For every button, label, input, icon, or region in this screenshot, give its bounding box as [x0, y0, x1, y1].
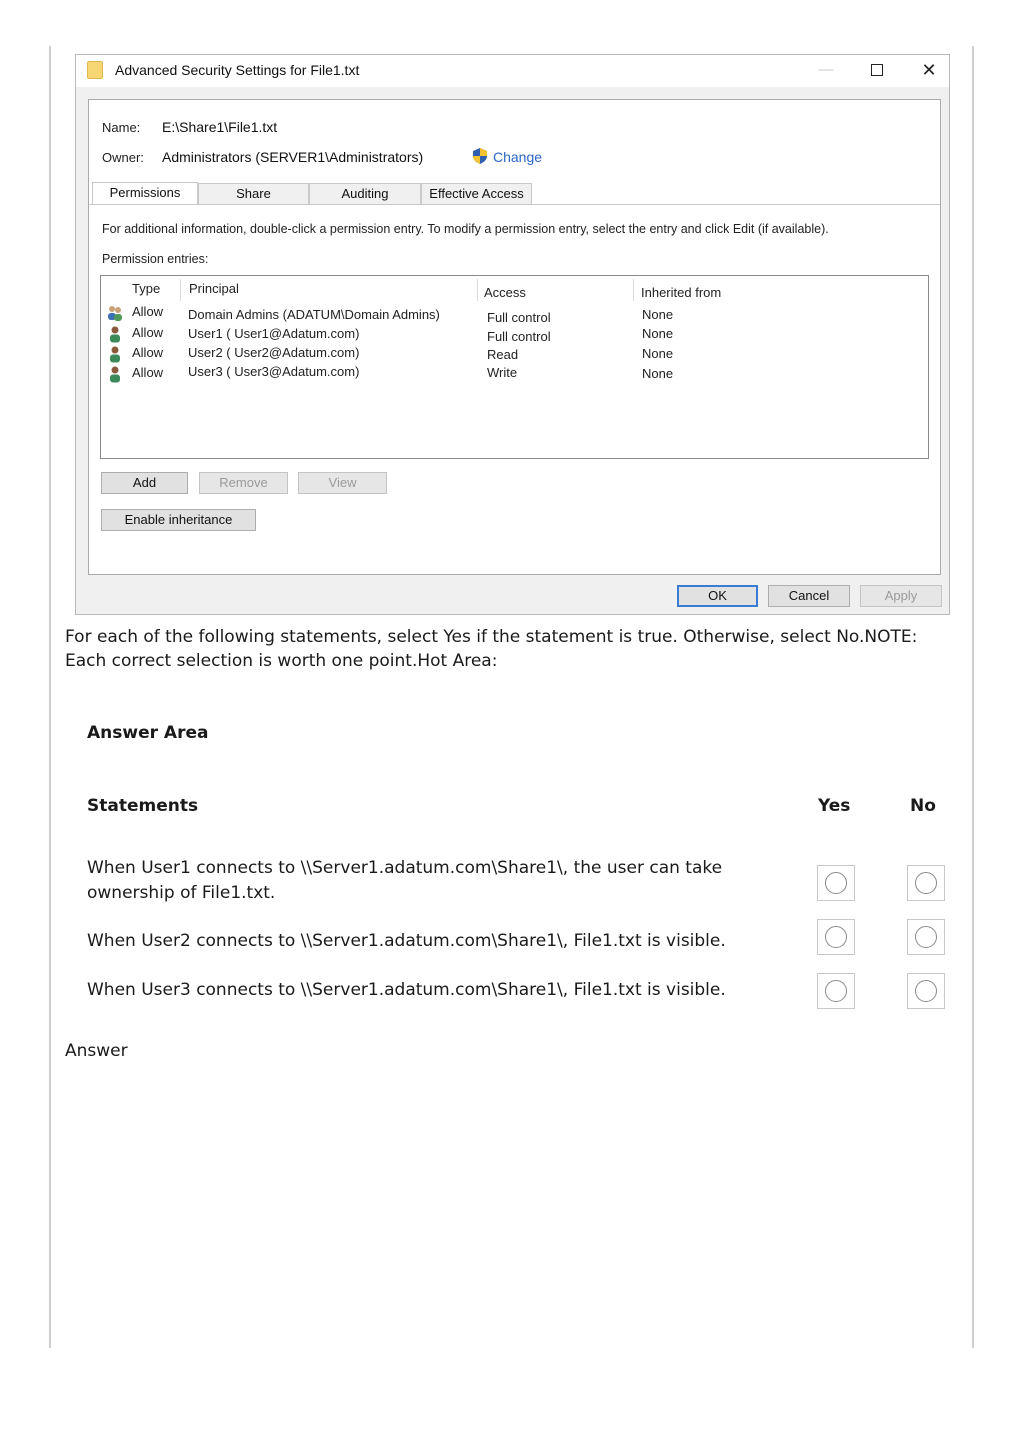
- cancel-button[interactable]: Cancel: [768, 585, 850, 607]
- entry-access: Full control: [487, 329, 551, 344]
- answer-area-title: Answer Area: [87, 723, 209, 743]
- yes-header: Yes: [818, 796, 851, 816]
- statement-2-no-radio[interactable]: [907, 919, 945, 955]
- entry-type: Allow: [132, 325, 164, 340]
- tab-divider: [89, 204, 940, 205]
- page-border-left: [49, 46, 51, 1348]
- entry-principal: Domain Admins (ADATUM\Domain Admins): [188, 307, 440, 322]
- entry-type: Allow: [132, 345, 164, 360]
- no-header: No: [910, 796, 936, 816]
- column-header-principal[interactable]: Principal: [189, 281, 239, 296]
- radio-circle-icon: [825, 872, 847, 894]
- title-bar: Advanced Security Settings for File1.txt…: [76, 55, 949, 87]
- statement-3-yes-radio[interactable]: [817, 973, 855, 1009]
- statement-3-no-radio[interactable]: [907, 973, 945, 1009]
- statement-3: When User3 connects to \\Server1.adatum.…: [87, 980, 726, 1000]
- user-icon: [110, 326, 120, 343]
- statements-header: Statements: [87, 796, 199, 816]
- folder-icon: [87, 61, 103, 79]
- entry-inherited: None: [642, 366, 674, 381]
- change-owner-link[interactable]: Change: [493, 149, 542, 165]
- permission-entries-label: Permission entries:: [102, 252, 209, 266]
- enable-inheritance-button[interactable]: Enable inheritance: [101, 509, 256, 531]
- column-header-inherited-from[interactable]: Inherited from: [641, 285, 721, 300]
- group-icon: [108, 306, 122, 321]
- table-row[interactable]: Allow User1 ( User1@Adatum.com) Full con…: [101, 325, 928, 344]
- entry-access: Full control: [487, 310, 551, 325]
- tab-permissions[interactable]: Permissions: [92, 182, 198, 205]
- advanced-security-dialog: Advanced Security Settings for File1.txt…: [75, 54, 950, 615]
- column-header-type[interactable]: Type: [132, 281, 160, 296]
- page-border-right: [972, 46, 974, 1348]
- radio-circle-icon: [915, 872, 937, 894]
- entry-inherited: None: [642, 346, 674, 361]
- close-button[interactable]: ✕: [916, 59, 942, 81]
- column-separator: [180, 279, 181, 301]
- table-row[interactable]: Allow Domain Admins (ADATUM\Domain Admin…: [101, 304, 928, 325]
- name-label: Name:: [102, 120, 141, 135]
- name-value: E:\Share1\File1.txt: [162, 119, 278, 135]
- info-text: For additional information, double-click…: [102, 222, 829, 236]
- owner-label: Owner:: [102, 150, 144, 165]
- radio-circle-icon: [915, 980, 937, 1002]
- entry-inherited: None: [642, 326, 674, 341]
- statement-2: When User2 connects to \\Server1.adatum.…: [87, 931, 726, 951]
- uac-shield-icon: [473, 148, 487, 164]
- answer-label: Answer: [65, 1041, 128, 1061]
- statement-1: When User1 connects to \\Server1.adatum.…: [87, 858, 723, 903]
- statement-1-yes-radio[interactable]: [817, 865, 855, 901]
- entry-type: Allow: [132, 304, 164, 319]
- column-separator: [633, 279, 634, 301]
- column-separator: [477, 279, 478, 301]
- add-button[interactable]: Add: [101, 472, 188, 494]
- entry-principal: User1 ( User1@Adatum.com): [188, 326, 360, 341]
- entry-type: Allow: [132, 365, 164, 380]
- ok-button[interactable]: OK: [677, 585, 758, 607]
- view-button[interactable]: View: [298, 472, 387, 494]
- table-row[interactable]: Allow User2 ( User2@Adatum.com) Read Non…: [101, 345, 928, 364]
- maximize-button[interactable]: [864, 59, 890, 81]
- minimize-button[interactable]: —: [813, 59, 839, 81]
- column-header-access[interactable]: Access: [484, 285, 526, 300]
- entry-principal: User3 ( User3@Adatum.com): [188, 364, 360, 379]
- table-row[interactable]: Allow User3 ( User3@Adatum.com) Write No…: [101, 364, 928, 384]
- dialog-content: Name: E:\Share1\File1.txt Owner: Adminis…: [88, 99, 941, 575]
- owner-value: Administrators (SERVER1\Administrators): [162, 149, 424, 165]
- entry-inherited: None: [642, 307, 674, 322]
- permission-entries-list[interactable]: Type Principal Access Inherited from All…: [100, 275, 929, 459]
- entry-access: Read: [487, 347, 519, 362]
- statement-1-no-radio[interactable]: [907, 865, 945, 901]
- entry-access: Write: [487, 365, 518, 380]
- tab-share[interactable]: Share: [198, 183, 309, 204]
- maximize-icon: [871, 64, 883, 76]
- dialog-title: Advanced Security Settings for File1.txt: [115, 62, 360, 78]
- user-icon: [110, 366, 120, 383]
- radio-circle-icon: [825, 980, 847, 1002]
- statement-2-yes-radio[interactable]: [817, 919, 855, 955]
- radio-circle-icon: [915, 926, 937, 948]
- remove-button[interactable]: Remove: [199, 472, 288, 494]
- question-text: For each of the following statements, se…: [65, 627, 918, 671]
- user-icon: [110, 346, 120, 363]
- radio-circle-icon: [825, 926, 847, 948]
- tab-auditing[interactable]: Auditing: [309, 183, 421, 204]
- entry-principal: User2 ( User2@Adatum.com): [188, 345, 360, 360]
- tab-effective-access[interactable]: Effective Access: [421, 183, 532, 204]
- apply-button[interactable]: Apply: [860, 585, 942, 607]
